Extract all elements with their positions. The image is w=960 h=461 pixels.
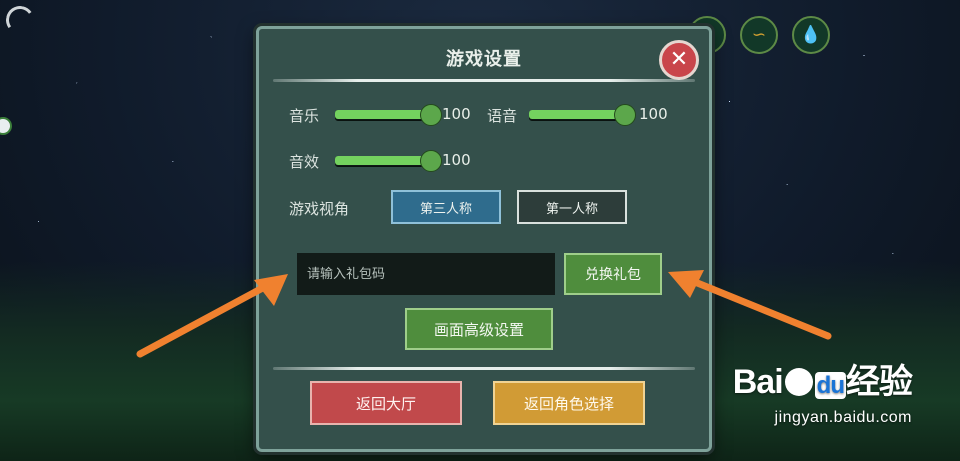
watermark-url: jingyan.baidu.com bbox=[774, 409, 912, 426]
voice-slider-handle[interactable] bbox=[614, 104, 636, 126]
first-person-button[interactable]: 第一人称 bbox=[517, 190, 627, 224]
panel-title: 游戏设置 bbox=[446, 49, 522, 70]
water-drop-icon[interactable]: 💧 bbox=[792, 16, 830, 54]
muscle-icon[interactable]: ∽ bbox=[740, 16, 778, 54]
sfx-label: 音效 bbox=[289, 153, 320, 171]
close-button[interactable]: ✕ bbox=[659, 40, 699, 80]
view-label: 游戏视角 bbox=[289, 200, 350, 218]
back-to-role-select-button[interactable]: 返回角色选择 bbox=[493, 381, 645, 425]
voice-value: 100 bbox=[639, 105, 668, 123]
watermark-logo: Bai du经验 bbox=[732, 363, 913, 401]
sfx-slider-handle[interactable] bbox=[420, 150, 442, 172]
top-divider bbox=[273, 79, 695, 82]
sfx-slider[interactable] bbox=[335, 150, 442, 172]
advanced-graphics-button[interactable]: 画面高级设置 bbox=[405, 308, 553, 350]
settings-panel: 游戏设置 ✕ 音乐 100 语音 100 音效 100 游戏视角 第三人称 第一… bbox=[256, 26, 712, 452]
arc-icon[interactable] bbox=[3, 3, 37, 37]
paw-icon bbox=[784, 368, 813, 396]
voice-slider[interactable] bbox=[529, 104, 636, 126]
voice-label: 语音 bbox=[487, 107, 518, 125]
music-slider[interactable] bbox=[335, 104, 442, 126]
back-to-lobby-button[interactable]: 返回大厅 bbox=[310, 381, 462, 425]
third-person-button[interactable]: 第三人称 bbox=[391, 190, 501, 224]
baidu-jingyan-watermark: Bai du经验 jingyan.baidu.com bbox=[732, 354, 913, 427]
music-slider-handle[interactable] bbox=[420, 104, 442, 126]
redeem-gift-button[interactable]: 兑换礼包 bbox=[564, 253, 662, 295]
music-value: 100 bbox=[442, 105, 471, 123]
bottom-divider bbox=[273, 367, 695, 370]
close-icon: ✕ bbox=[669, 47, 689, 72]
sfx-value: 100 bbox=[442, 151, 471, 169]
music-label: 音乐 bbox=[289, 107, 320, 125]
gift-code-input[interactable] bbox=[297, 253, 555, 295]
side-indicator-icon[interactable] bbox=[0, 117, 12, 135]
